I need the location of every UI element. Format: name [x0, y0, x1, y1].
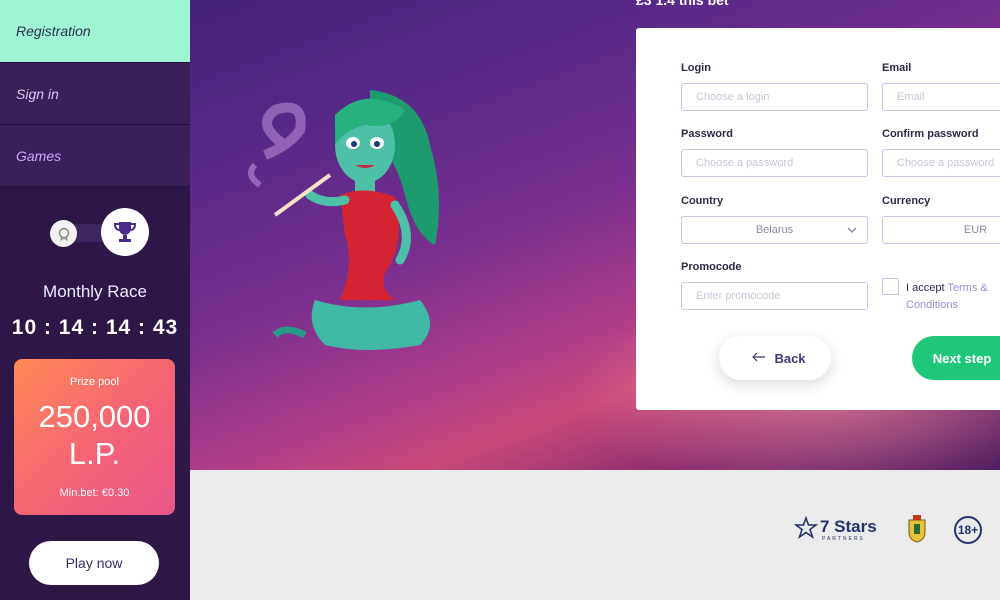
hero-banner: £3 1.4 this bet Login Choose a login Ema…: [190, 0, 1000, 470]
password-label: Password: [681, 128, 733, 140]
age-restriction-badge: 18+: [954, 516, 982, 544]
login-label: Login: [681, 62, 711, 74]
back-button[interactable]: Back: [719, 336, 831, 380]
currency-label: Currency: [882, 195, 931, 207]
hero-top-text: £3 1.4 this bet: [636, 0, 729, 8]
prize-card: Prize pool 250,000 L.P. Min.bet: €0.30: [14, 359, 175, 515]
email-label: Email: [882, 62, 912, 74]
promocode-input[interactable]: Enter promocode: [681, 282, 868, 310]
back-button-label: Back: [774, 350, 806, 366]
terms-prefix: I accept: [906, 282, 948, 294]
email-input[interactable]: Email: [882, 83, 1000, 111]
partner-sub: PARTNERS: [822, 536, 865, 542]
medal-icon[interactable]: [50, 220, 77, 247]
next-step-button[interactable]: Next step: [912, 336, 1000, 380]
trophy-icon[interactable]: [101, 208, 149, 256]
confirm-password-label: Confirm password: [882, 128, 979, 140]
mascot-illustration: [248, 90, 439, 350]
prize-value: 250,000 L.P.: [38, 399, 151, 471]
terms-text: I accept Terms & Conditions: [906, 280, 1000, 314]
play-now-button[interactable]: Play now: [29, 541, 159, 585]
trophy-switcher: [0, 208, 190, 258]
star-logo-icon: [794, 516, 818, 540]
nav-sign-in[interactable]: Sign in: [0, 63, 190, 125]
race-title: Monthly Race: [43, 282, 147, 301]
country-value: Belarus: [755, 224, 794, 236]
currency-select[interactable]: EUR: [882, 216, 1000, 244]
arrow-left-icon: [752, 351, 766, 365]
login-input[interactable]: Choose a login: [681, 83, 868, 111]
partner-name: 7 Stars: [820, 517, 877, 536]
currency-value: EUR: [963, 224, 988, 236]
confirm-password-input[interactable]: Choose a password: [882, 149, 1000, 177]
terms-checkbox[interactable]: [882, 278, 899, 295]
promocode-label: Promocode: [681, 261, 742, 273]
prize-min-bet: Min.bet: €0.30: [59, 487, 130, 499]
coat-of-arms-icon: [908, 515, 926, 543]
country-label: Country: [681, 195, 724, 207]
next-button-label: Next step: [932, 350, 992, 366]
footer: 7 Stars PARTNERS 18+: [190, 470, 1000, 600]
chevron-down-icon: [847, 227, 857, 234]
sidebar: Registration Sign in Games Monthly Race …: [0, 0, 190, 600]
password-input[interactable]: Choose a password: [681, 149, 868, 177]
prize-label: Prize pool: [70, 376, 119, 388]
partner-logo[interactable]: 7 Stars PARTNERS: [794, 514, 878, 546]
nav-games[interactable]: Games: [0, 125, 190, 187]
nav-registration[interactable]: Registration: [0, 0, 190, 63]
registration-form: Login Choose a login Email Email Passwor…: [636, 28, 1000, 410]
country-select[interactable]: Belarus: [681, 216, 868, 244]
race-timer: 10 : 14 : 14 : 43: [11, 316, 179, 339]
